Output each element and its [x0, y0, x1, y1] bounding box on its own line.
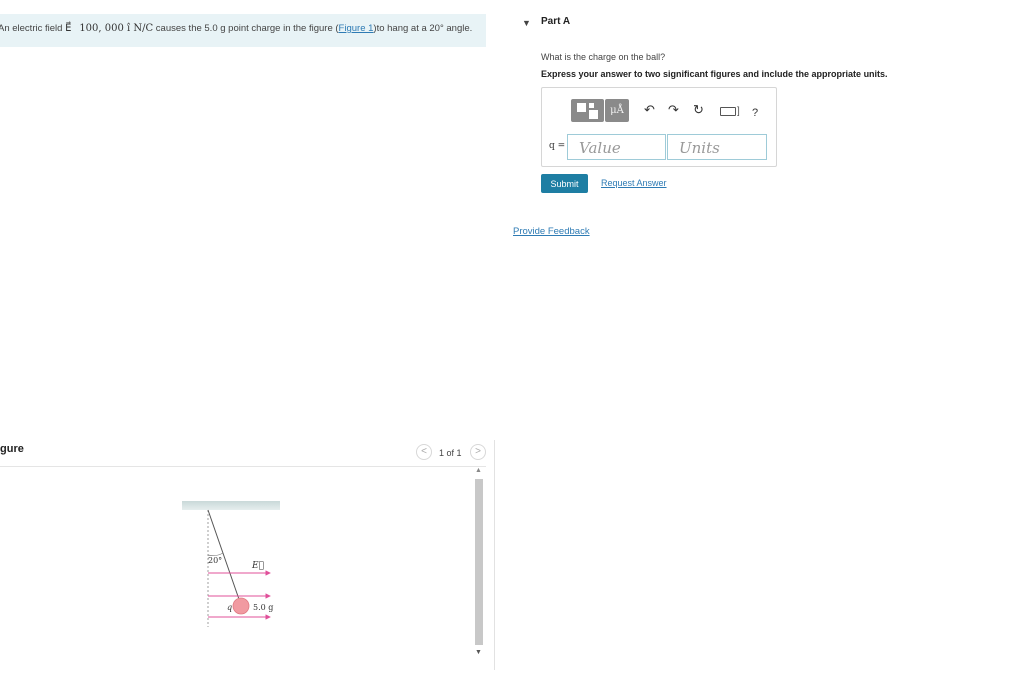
instruction-text: Express your answer to two significant f… — [541, 69, 888, 79]
figure-scrollbar[interactable]: ▲ ▼ — [474, 467, 484, 663]
mass-label: 5.0 g — [253, 603, 273, 612]
undo-icon[interactable]: ↶ — [644, 102, 655, 118]
problem-statement: An electric field E⃗ 100, 000 î N/C caus… — [0, 23, 472, 34]
figure-count: 1 of 1 — [439, 448, 462, 458]
figure-link[interactable]: Figure 1 — [339, 23, 374, 34]
pendulum-figure: 20° E⃗ q 5.0 g — [182, 501, 280, 627]
request-answer-link[interactable]: Request Answer — [601, 178, 667, 188]
answer-label: q = — [549, 141, 566, 151]
keyboard-shortcuts-bracket: ] — [737, 106, 740, 117]
next-figure-button[interactable]: > — [470, 444, 486, 460]
problem-text-mid: causes the 5.0 g point charge in the fig… — [153, 23, 339, 34]
panel-divider — [494, 440, 495, 670]
figure-header-divider — [0, 466, 486, 467]
provide-feedback-link[interactable]: Provide Feedback — [513, 226, 590, 237]
units-input[interactable] — [667, 134, 767, 160]
problem-text-post: )to hang at a 20° angle. — [373, 23, 473, 34]
template-icon — [577, 103, 586, 112]
charged-ball — [232, 597, 250, 615]
units-button[interactable]: μÅ — [605, 99, 629, 122]
submit-button[interactable]: Submit — [541, 174, 588, 193]
field-value: 100, 000 î N/C — [79, 23, 154, 34]
answer-box: μÅ ↶ ↷ ↻ ] ? q = — [541, 87, 777, 167]
scroll-down-arrow-icon[interactable]: ▼ — [475, 649, 482, 656]
prev-figure-button[interactable]: < — [416, 444, 432, 460]
question-text: What is the charge on the ball? — [541, 52, 666, 62]
angle-label: 20° — [208, 556, 222, 565]
redo-icon[interactable]: ↷ — [668, 102, 679, 118]
field-label: E⃗ — [251, 561, 264, 571]
charge-label: q — [227, 603, 232, 612]
scroll-up-arrow-icon[interactable]: ▲ — [475, 467, 482, 474]
templates-button[interactable] — [571, 99, 604, 122]
field-symbol: E⃗ — [65, 23, 72, 34]
template-icon — [589, 110, 598, 119]
part-collapse-caret-icon[interactable]: ▼ — [522, 18, 531, 28]
ceiling — [182, 501, 280, 510]
reset-icon[interactable]: ↻ — [693, 102, 704, 118]
part-title[interactable]: Part A — [541, 16, 570, 27]
help-icon[interactable]: ? — [752, 105, 758, 121]
value-input[interactable] — [567, 134, 666, 160]
template-icon — [589, 103, 594, 108]
scrollbar-thumb[interactable] — [475, 479, 483, 645]
figure-panel-title: gure — [0, 443, 24, 455]
problem-text-pre: An electric field — [0, 23, 66, 34]
keyboard-icon[interactable] — [720, 107, 736, 116]
